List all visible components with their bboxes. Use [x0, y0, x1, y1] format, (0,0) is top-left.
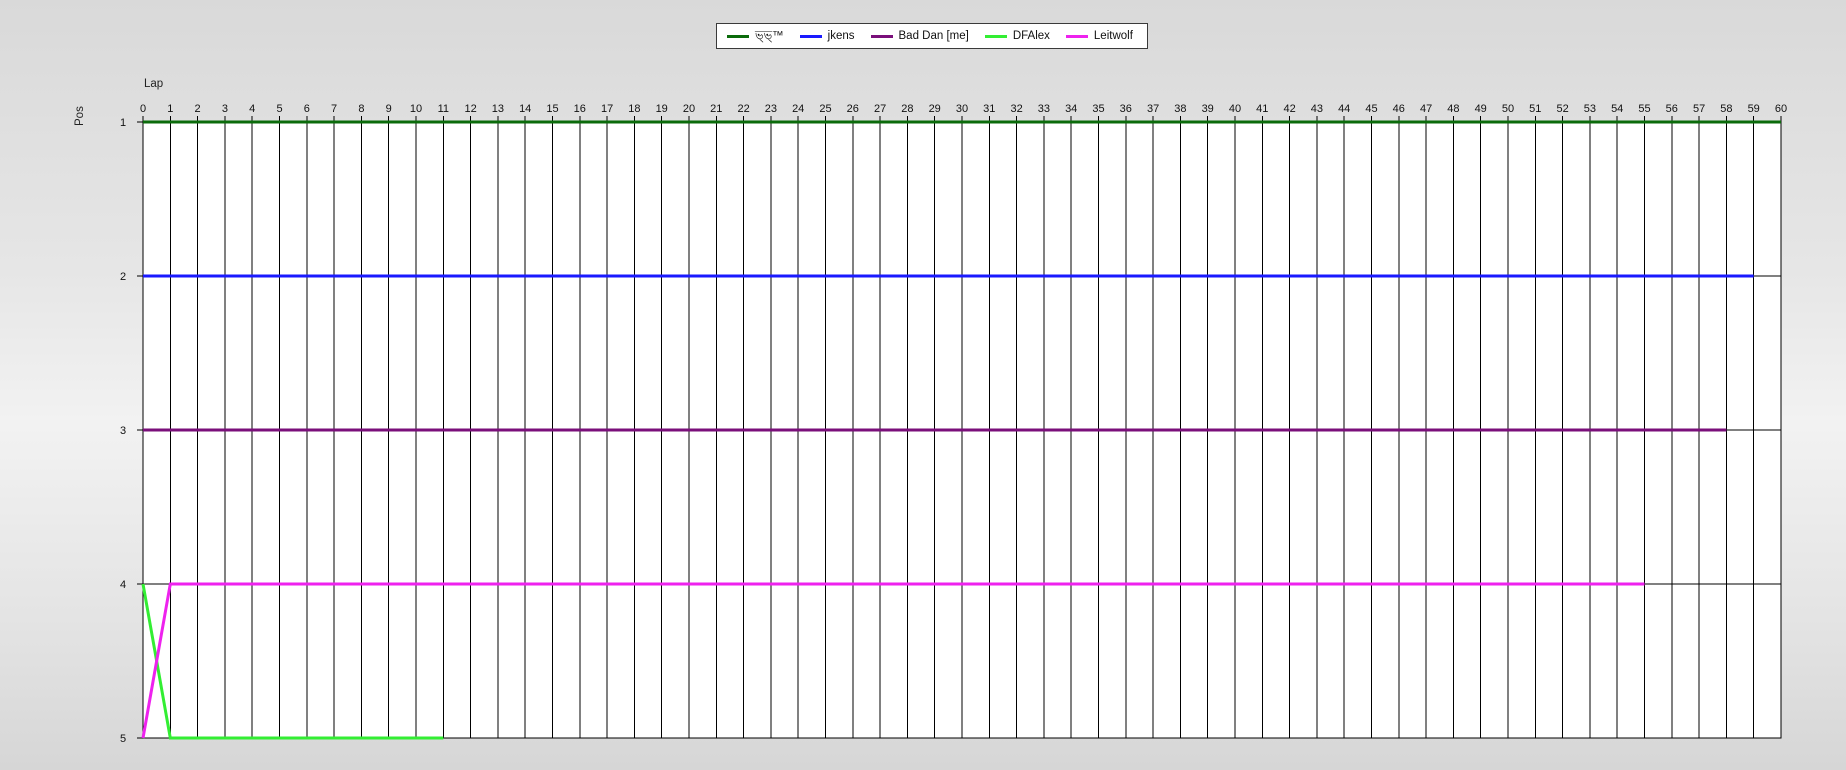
- x-tick-label: 53: [1584, 103, 1596, 115]
- x-tick-label: 7: [331, 103, 337, 115]
- x-tick-label: 31: [983, 103, 995, 115]
- x-tick-label: 59: [1748, 103, 1760, 115]
- x-tick-label: 46: [1393, 103, 1405, 115]
- x-tick-label: 17: [601, 103, 613, 115]
- x-tick-label: 5: [276, 103, 282, 115]
- y-tick-label: 1: [120, 117, 126, 129]
- x-tick-label: 10: [410, 103, 422, 115]
- x-tick-label: 21: [710, 103, 722, 115]
- x-tick-label: 14: [519, 103, 531, 115]
- x-tick-label: 12: [464, 103, 476, 115]
- x-tick-label: 25: [819, 103, 831, 115]
- x-tick-label: 50: [1502, 103, 1514, 115]
- x-tick-label: 1: [167, 103, 173, 115]
- x-tick-label: 57: [1693, 103, 1705, 115]
- y-tick-label: 5: [120, 733, 126, 745]
- x-tick-label: 16: [574, 103, 586, 115]
- x-tick-label: 11: [438, 103, 449, 115]
- x-tick-label: 28: [901, 103, 913, 115]
- x-tick-label: 38: [1174, 103, 1186, 115]
- x-tick-label: 15: [546, 103, 558, 115]
- x-tick-label: 47: [1420, 103, 1432, 115]
- x-tick-label: 0: [140, 103, 146, 115]
- x-tick-label: 2: [195, 103, 201, 115]
- x-tick-label: 6: [304, 103, 310, 115]
- position-chart: ভ্ভ্™ jkens Bad Dan [me] DFAlex Leitwolf…: [0, 0, 1846, 770]
- x-tick-label: 33: [1038, 103, 1050, 115]
- x-tick-label: 26: [847, 103, 859, 115]
- x-tick-label: 56: [1666, 103, 1678, 115]
- x-tick-label: 22: [737, 103, 749, 115]
- x-tick-label: 23: [765, 103, 777, 115]
- x-tick-label: 29: [929, 103, 941, 115]
- y-tick-label: 4: [120, 579, 126, 591]
- x-tick-label: 3: [222, 103, 228, 115]
- x-tick-label: 37: [1147, 103, 1159, 115]
- x-tick-label: 20: [683, 103, 695, 115]
- x-tick-label: 19: [656, 103, 668, 115]
- y-tick-label: 3: [120, 425, 126, 437]
- x-tick-label: 24: [792, 103, 804, 115]
- x-tick-label: 43: [1311, 103, 1323, 115]
- x-tick-label: 52: [1556, 103, 1568, 115]
- x-tick-label: 30: [956, 103, 968, 115]
- y-tick-label: 2: [120, 271, 126, 283]
- x-tick-label: 9: [386, 103, 392, 115]
- x-tick-label: 54: [1611, 103, 1623, 115]
- x-tick-label: 13: [492, 103, 504, 115]
- x-tick-label: 40: [1229, 103, 1241, 115]
- x-tick-label: 41: [1256, 103, 1268, 115]
- x-tick-label: 45: [1365, 103, 1377, 115]
- x-tick-label: 58: [1720, 103, 1732, 115]
- x-tick-label: 55: [1638, 103, 1650, 115]
- x-tick-label: 4: [249, 103, 255, 115]
- x-tick-label: 34: [1065, 103, 1077, 115]
- x-tick-label: 49: [1475, 103, 1487, 115]
- x-tick-label: 18: [628, 103, 640, 115]
- x-tick-label: 42: [1283, 103, 1295, 115]
- x-tick-label: 35: [1092, 103, 1104, 115]
- chart-plot: 0 1 2 3 4 5 6 7 8 9 10 11 12 13 14 15 16 17 18 19 20 21 22 23 24…: [120, 103, 1787, 745]
- x-tick-label: 51: [1529, 103, 1541, 115]
- x-tick-label: 39: [1202, 103, 1214, 115]
- x-tick-label: 27: [874, 103, 886, 115]
- x-tick-label: 8: [358, 103, 364, 115]
- x-tick-label: 44: [1338, 103, 1350, 115]
- x-tick-label: 60: [1775, 103, 1787, 115]
- x-tick-label: 48: [1447, 103, 1459, 115]
- x-tick-label: 36: [1120, 103, 1132, 115]
- x-tick-label: 32: [1010, 103, 1022, 115]
